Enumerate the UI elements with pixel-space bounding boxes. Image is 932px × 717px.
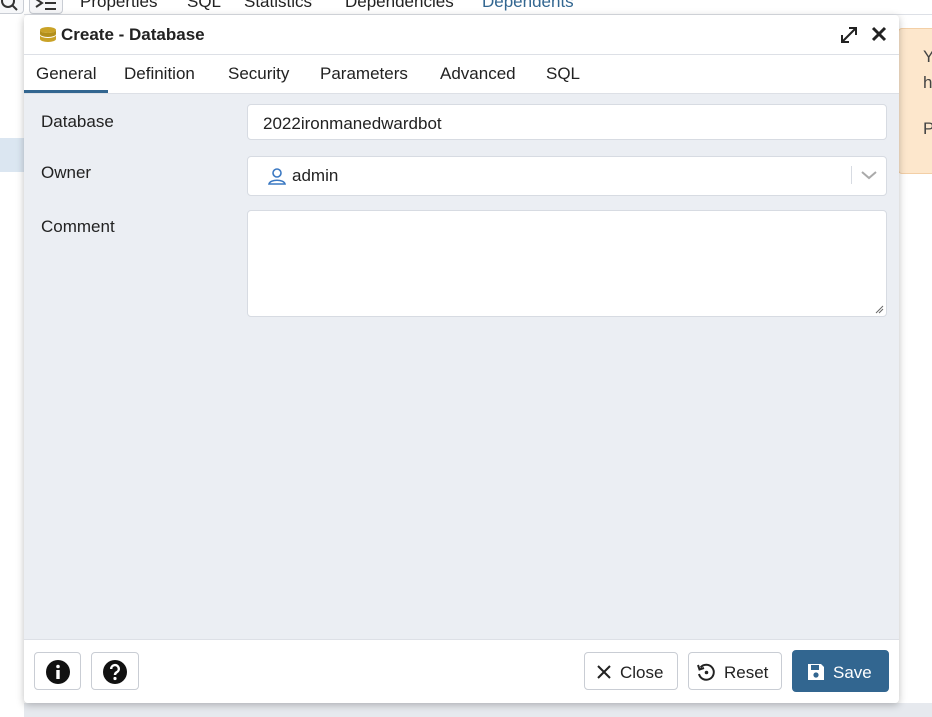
bg-tab-sql[interactable]: SQL [187,0,221,12]
bg-tab-dependencies[interactable]: Dependencies [345,0,454,12]
background-toolbar: Properties SQL Statistics Dependencies D… [0,0,932,15]
close-x-icon [597,665,611,679]
select-separator [851,166,852,184]
save-button-label: Save [833,663,872,682]
reset-icon [697,663,715,681]
bg-tab-statistics[interactable]: Statistics [244,0,312,12]
bg-tab-dependents[interactable]: Dependents [482,0,574,12]
comment-textarea[interactable] [247,210,887,317]
save-button[interactable]: Save [792,650,889,692]
background-notice: Y h P [898,28,932,174]
help-icon [103,660,127,684]
maximize-icon[interactable] [839,25,859,45]
info-button[interactable] [34,652,81,690]
owner-value: admin [292,166,339,185]
database-icon [40,27,56,42]
resize-grip-icon[interactable] [874,304,884,314]
background-left-panel [0,14,24,717]
dialog-tabs: General Definition Security Parameters A… [24,55,899,94]
tab-parameters[interactable]: Parameters [308,55,420,91]
create-database-dialog: Create - Database General Definition Sec… [24,15,899,703]
bg-tab-properties[interactable]: Properties [80,0,157,12]
terminal-icon[interactable] [29,0,63,14]
tab-security[interactable]: Security [216,55,301,91]
chevron-down-icon[interactable] [860,168,878,182]
dialog-footer: Close Reset Save [24,639,899,703]
notice-text-3: P [923,119,932,139]
close-button[interactable]: Close [584,652,678,690]
comment-label: Comment [41,217,115,236]
tab-sql[interactable]: SQL [534,55,592,91]
close-button-label: Close [620,663,664,682]
owner-label: Owner [41,163,92,182]
close-icon[interactable] [870,25,888,43]
info-icon [46,660,70,684]
search-icon[interactable] [0,0,24,14]
dialog-title: Create - Database [61,25,205,44]
save-icon [808,664,824,680]
dialog-titlebar[interactable]: Create - Database [24,15,899,55]
tab-advanced[interactable]: Advanced [428,55,528,91]
reset-button[interactable]: Reset [688,652,782,690]
tab-definition[interactable]: Definition [112,55,207,91]
help-button[interactable] [91,652,139,690]
background-selected-row [0,138,24,172]
notice-text-2: h [923,73,932,92]
tab-general[interactable]: General [24,55,109,93]
database-label: Database [41,112,114,131]
notice-text-1: Y [923,47,932,67]
background-bottom [24,703,932,717]
user-icon [268,168,286,185]
reset-button-label: Reset [724,663,769,682]
database-name-input[interactable]: 2022ironmanedwardbot [247,104,887,140]
owner-select[interactable]: admin [247,156,887,196]
database-name-value: 2022ironmanedwardbot [263,114,442,133]
